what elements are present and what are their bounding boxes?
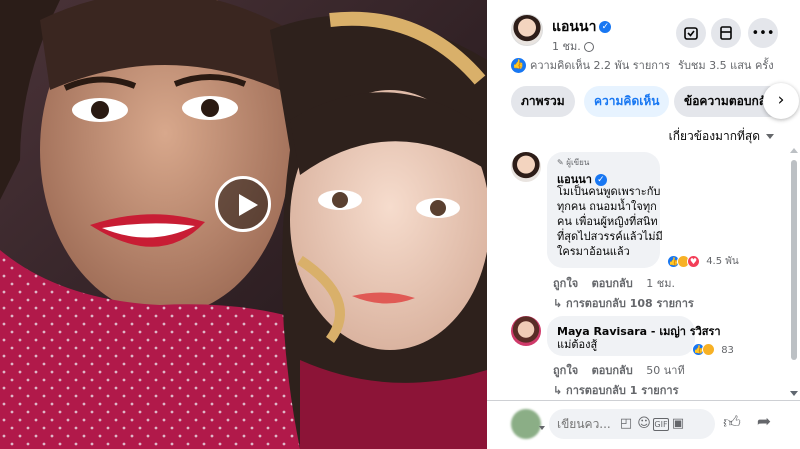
comment-text: แม่ต้องสู้	[557, 338, 598, 351]
tab-overview[interactable]: ภาพรวม	[511, 86, 575, 117]
save-icon[interactable]	[676, 18, 706, 48]
comment-time[interactable]: 1 ชม.	[646, 277, 675, 290]
love-reaction-icon: ♥	[687, 254, 700, 268]
post-header: แอนนา ✓ 1 ชม. •••	[487, 0, 800, 56]
author-name[interactable]: แอนนา ✓	[552, 16, 612, 38]
comment-text: โมเป็นคนพูดเพราะกับ ทุกคน ถนอมน้ำใจทุก ค…	[557, 185, 663, 258]
like-reaction-icon: 👍	[511, 57, 526, 73]
author-badge-text: ผู้เขียน	[566, 158, 590, 167]
scroll-up-icon[interactable]	[790, 148, 798, 153]
comment-bubble: ✎ ผู้เขียน แอนนา ✓ โมเป็นคนพูดเพราะกับ ทุ…	[547, 152, 663, 268]
comment-list: ✎ ผู้เขียน แอนนา ✓ โมเป็นคนพูดเพราะกับ ทุ…	[487, 148, 800, 400]
user-avatar[interactable]	[511, 409, 541, 439]
chevron-down-icon[interactable]	[539, 426, 545, 430]
view-replies-text[interactable]: การตอบกลับ 1 รายการ	[566, 384, 678, 397]
comment-avatar[interactable]	[511, 152, 541, 182]
globe-icon	[583, 42, 594, 52]
post-tabs: ภาพรวม ความคิดเห็น ข้อความตอบกลับ	[511, 86, 800, 118]
thumbs-up-icon[interactable]: 👍︎	[720, 412, 744, 436]
comment-actions: ถูกใจ ตอบกลับ 1 ชม.	[553, 274, 675, 292]
chevron-right-icon[interactable]: ›	[763, 83, 799, 119]
post-time[interactable]: 1 ชม.	[552, 37, 594, 55]
comment-reactions[interactable]: 👍 83	[692, 343, 734, 356]
gif-icon[interactable]: GIF	[653, 418, 669, 431]
comment-actions: ถูกใจ ตอบกลับ 50 นาที	[553, 361, 685, 379]
comment-composer: ◰☺GIF▣ 👍︎ ➦	[487, 400, 800, 449]
scroll-down-icon[interactable]	[790, 391, 798, 396]
share-icon[interactable]: ➦	[752, 412, 776, 436]
view-replies-button[interactable]: ↳ การตอบกลับ 1 รายการ	[553, 381, 679, 399]
comment-avatar[interactable]	[511, 316, 541, 346]
sticker-icon[interactable]: ◰	[617, 416, 635, 431]
view-replies-text[interactable]: การตอบกลับ 108 รายการ	[566, 297, 694, 310]
more-icon[interactable]: •••	[748, 18, 778, 48]
tab-comments[interactable]: ความคิดเห็น	[584, 86, 670, 117]
reply-comment-button[interactable]: ตอบกลับ	[592, 277, 633, 290]
post-panel: แอนนา ✓ 1 ชม. ••• 👍 ความคิดเห็น 2.2 พัน รา…	[487, 0, 800, 449]
pencil-icon: ✎	[557, 158, 564, 167]
comment-reactions[interactable]: 👍 ♥ 4.5 พัน	[667, 254, 739, 269]
like-comment-button[interactable]: ถูกใจ	[553, 364, 578, 377]
views-count: รับชม 3.5 แสน ครั้ง	[678, 59, 774, 72]
scrollbar[interactable]	[790, 148, 798, 400]
comment-reaction-count: 4.5 พัน	[706, 256, 739, 267]
comment-time[interactable]: 50 นาที	[646, 364, 684, 377]
camera-icon[interactable]: ▣	[669, 416, 687, 431]
like-comment-button[interactable]: ถูกใจ	[553, 277, 578, 290]
author-avatar[interactable]	[511, 14, 543, 46]
play-icon[interactable]	[215, 176, 271, 232]
composer-tools: ◰ ☺ GIF ▣	[617, 416, 687, 431]
verified-icon: ✓	[599, 21, 612, 33]
sort-label[interactable]: เกี่ยวข้องมากที่สุด	[669, 129, 760, 143]
reply-comment-button[interactable]: ตอบกลับ	[592, 364, 633, 377]
comments-count[interactable]: ความคิดเห็น 2.2 พัน รายการ	[530, 59, 670, 72]
post-time-text[interactable]: 1 ชม.	[552, 40, 581, 53]
sad-reaction-icon	[702, 343, 715, 356]
comment-reaction-count: 83	[721, 344, 734, 356]
post-stats: 👍 ความคิดเห็น 2.2 พัน รายการ รับชม 3.5 แสน…	[511, 56, 800, 74]
comment-bubble: Maya Ravisara - เมญ่า รวิสรา แม่ต้องสู้	[547, 316, 721, 356]
author-badge: ✎ ผู้เขียน	[557, 156, 589, 169]
emoji-icon[interactable]: ☺	[635, 416, 653, 431]
author-name-text[interactable]: แอนนา	[552, 19, 596, 35]
video-player[interactable]	[0, 0, 487, 449]
view-replies-button[interactable]: ↳ การตอบกลับ 108 รายการ	[553, 294, 694, 312]
chevron-down-icon	[766, 134, 774, 139]
scroll-thumb[interactable]	[791, 160, 797, 360]
sort-dropdown[interactable]: เกี่ยวข้องมากที่สุด	[669, 127, 774, 146]
bookmark-icon[interactable]	[711, 18, 741, 48]
